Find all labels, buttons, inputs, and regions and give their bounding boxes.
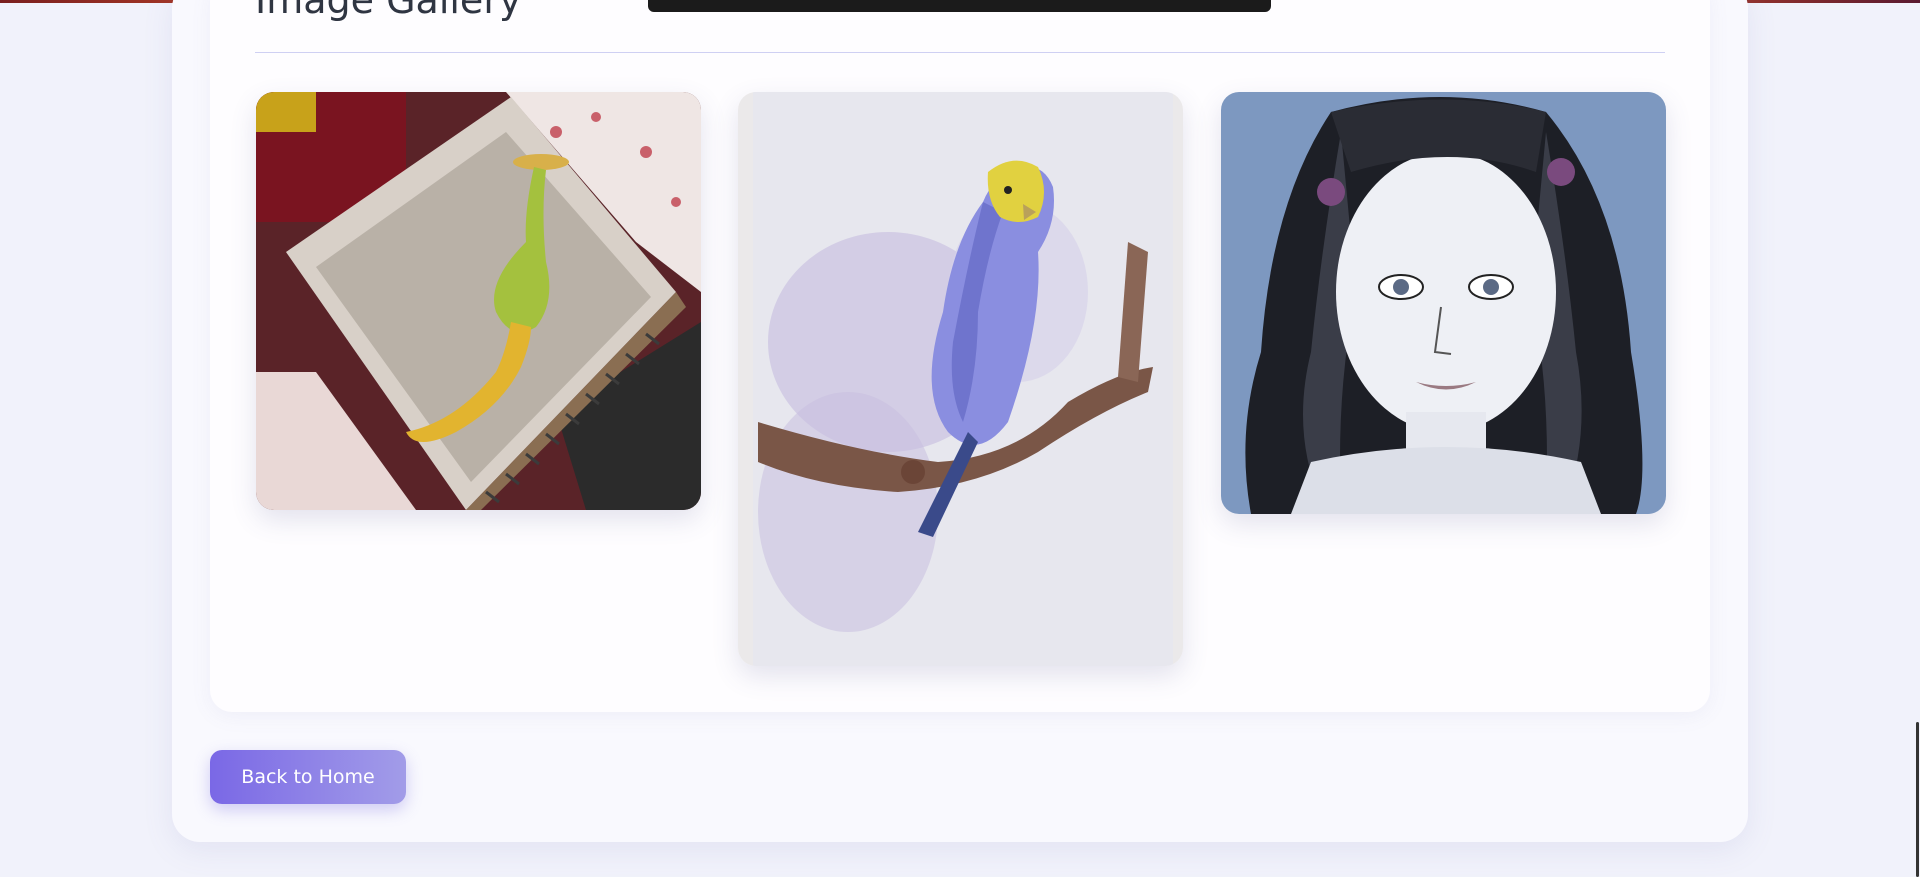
gallery-image-girl-portrait[interactable] <box>1221 92 1666 514</box>
gallery-image-budgie-watercolor[interactable] <box>738 92 1183 666</box>
vase-sketch-image <box>256 92 701 510</box>
gallery-divider <box>255 52 1665 53</box>
girl-portrait-image <box>1221 92 1666 514</box>
top-overlay-bar <box>648 0 1271 12</box>
scrollbar-thumb[interactable] <box>1916 722 1919 877</box>
gallery-title: Image Gallery <box>255 0 522 22</box>
gallery-image-vase-sketch[interactable] <box>256 92 701 510</box>
back-to-home-button[interactable]: Back to Home <box>210 750 406 804</box>
budgie-watercolor-image <box>738 92 1183 666</box>
